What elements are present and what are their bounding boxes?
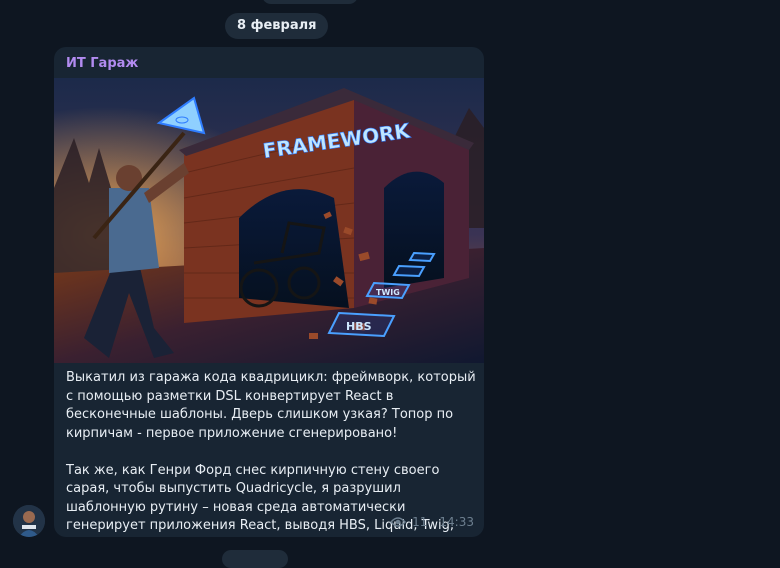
next-date-pill <box>222 550 288 568</box>
tile-twig: TWIG <box>376 288 400 297</box>
message-time: 14:33 <box>439 515 474 529</box>
message-meta: 11 14:33 <box>390 515 474 529</box>
date-separator: 8 февраля <box>225 13 329 39</box>
message-bubble[interactable]: ИТ Гараж FRAMEWORK HBS TWIG Выкатил из г… <box>54 47 484 537</box>
views-count: 11 <box>412 515 428 529</box>
eye-icon <box>390 517 407 527</box>
avatar-image <box>13 505 45 537</box>
message-text: Выкатил из гаража кода квадрицикл: фрейм… <box>66 369 476 537</box>
message-paragraph: Выкатил из гаража кода квадрицикл: фрейм… <box>66 370 476 441</box>
channel-name[interactable]: ИТ Гараж <box>66 56 138 71</box>
channel-avatar[interactable] <box>13 505 45 537</box>
tile-hbs: HBS <box>346 320 372 333</box>
post-image[interactable]: FRAMEWORK HBS TWIG <box>54 78 484 363</box>
previous-date-pill <box>262 0 358 4</box>
